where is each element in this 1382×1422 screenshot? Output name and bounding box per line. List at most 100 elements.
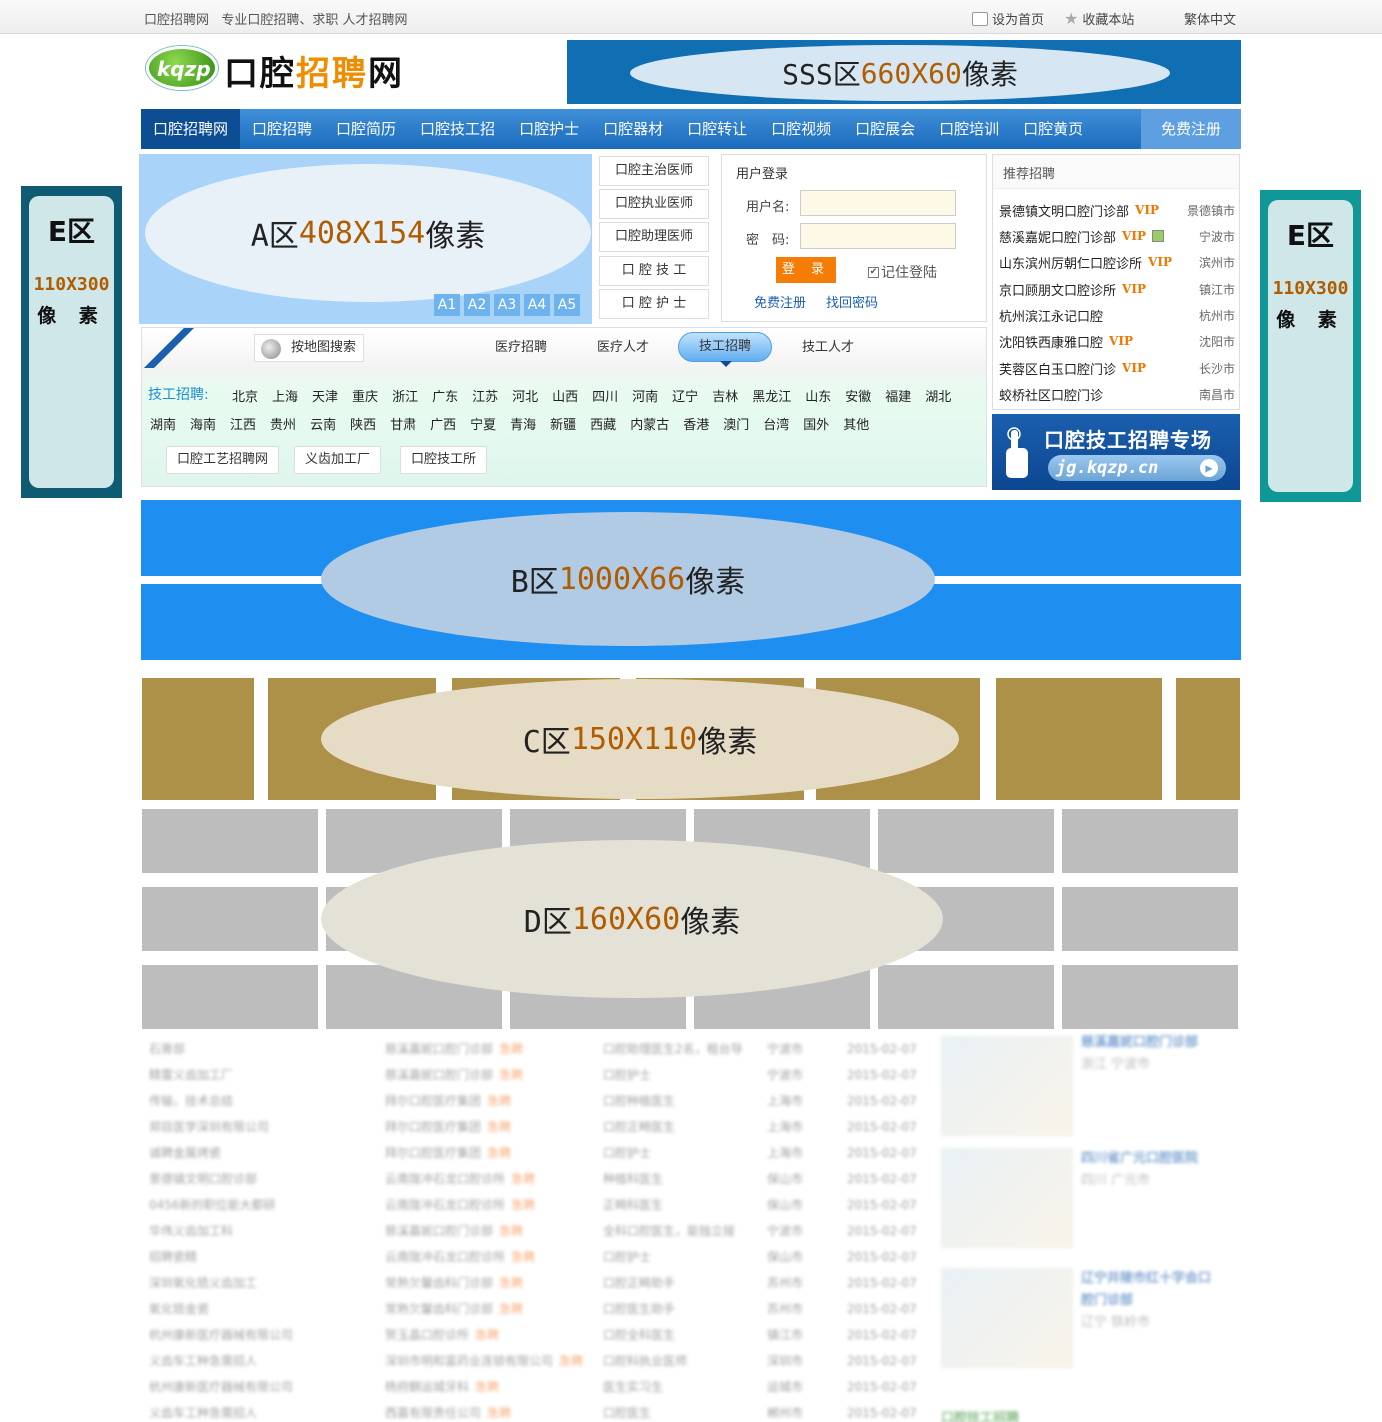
ad-a-tab-4[interactable]: A4: [524, 294, 550, 316]
blurred-job-row[interactable]: 拜尔口腔医疗集团 急聘: [385, 1140, 583, 1166]
province-link[interactable]: 甘肃: [390, 414, 416, 433]
blurred-left-item[interactable]: 杭州康新医疗器械有限公司: [149, 1322, 293, 1348]
blurred-feature-1[interactable]: 慈溪嘉妮口腔门诊部 浙江 宁波市: [1081, 1032, 1198, 1076]
blurred-left-item[interactable]: 义齿车工种急需招人: [149, 1400, 293, 1422]
blurred-left-item[interactable]: 景德镇文明口腔诊部: [149, 1166, 293, 1192]
province-link[interactable]: 河南: [632, 386, 658, 405]
blurred-job-row[interactable]: 常熟欠馨齿科门诊部 急聘: [385, 1270, 583, 1296]
nav-item-resumes[interactable]: 口腔简历: [324, 109, 408, 149]
province-link[interactable]: 西藏: [590, 414, 616, 433]
province-link[interactable]: 河北: [512, 386, 538, 405]
blurred-job-row[interactable]: 慈溪嘉妮口腔门诊部 急聘: [385, 1062, 583, 1088]
job-title[interactable]: 口腔护士: [603, 1244, 743, 1270]
province-link[interactable]: 台湾: [763, 414, 789, 433]
quick-link-attending[interactable]: 口腔主治医师: [599, 156, 709, 186]
blurred-left-item[interactable]: 杭州康新医疗器械有限公司: [149, 1374, 293, 1400]
province-link[interactable]: 北京: [232, 386, 258, 405]
province-link[interactable]: 湖北: [925, 386, 951, 405]
ad-a-tab-5[interactable]: A5: [554, 294, 580, 316]
quick-link-licensed[interactable]: 口腔执业医师: [599, 189, 709, 219]
province-link[interactable]: 江西: [230, 414, 256, 433]
province-link[interactable]: 福建: [885, 386, 911, 405]
blurred-left-item[interactable]: 诚聘金属烤瓷: [149, 1140, 293, 1166]
job-title[interactable]: 医生实习生: [603, 1374, 743, 1400]
province-link[interactable]: 海南: [190, 414, 216, 433]
nav-item-video[interactable]: 口腔视频: [759, 109, 843, 149]
password-input[interactable]: [800, 223, 956, 249]
ad-d-slot[interactable]: [877, 964, 1055, 1030]
province-link[interactable]: 澳门: [723, 414, 749, 433]
clinic-photo[interactable]: [941, 1036, 1073, 1136]
username-input[interactable]: [800, 190, 956, 216]
login-button[interactable]: 登 录: [776, 257, 836, 283]
province-link[interactable]: 天津: [312, 386, 338, 405]
nav-item-training[interactable]: 口腔培训: [927, 109, 1011, 149]
blurred-left-item[interactable]: 石膏部: [149, 1036, 293, 1062]
ad-d-slot[interactable]: [1061, 964, 1239, 1030]
province-link[interactable]: 云南: [310, 414, 336, 433]
ad-c-slot[interactable]: [1175, 677, 1241, 801]
blurred-left-item[interactable]: 传输，技术总结: [149, 1088, 293, 1114]
province-link[interactable]: 浙江: [392, 386, 418, 405]
job-title[interactable]: 口腔医生: [603, 1400, 743, 1422]
ad-a-tab-1[interactable]: A1: [434, 294, 460, 316]
nav-item-nurse[interactable]: 口腔护士: [507, 109, 591, 149]
ad-e-left[interactable]: E区 110X300 像 素: [21, 186, 122, 498]
province-link[interactable]: 辽宁: [672, 386, 698, 405]
ad-d-slot[interactable]: [1061, 808, 1239, 874]
job-title[interactable]: 正畸科医生: [603, 1192, 743, 1218]
province-link[interactable]: 陕西: [350, 414, 376, 433]
province-link[interactable]: 山西: [552, 386, 578, 405]
blurred-job-row[interactable]: 杨府麒运城牙科 急聘: [385, 1374, 583, 1400]
job-title[interactable]: 种植科医生: [603, 1166, 743, 1192]
province-link[interactable]: 宁夏: [470, 414, 496, 433]
blurred-left-item[interactable]: 深圳氧化锆义齿加工: [149, 1270, 293, 1296]
recommend-item[interactable]: 芙蓉区白玉口腔门诊 VIP 长沙市: [999, 355, 1235, 381]
province-link[interactable]: 四川: [592, 386, 618, 405]
province-link[interactable]: 湖南: [150, 414, 176, 433]
nav-item-home[interactable]: 口腔招聘网: [141, 109, 241, 149]
quick-link-assistant[interactable]: 口腔助理医师: [599, 222, 709, 252]
province-link[interactable]: 青海: [510, 414, 536, 433]
ad-a-tab-3[interactable]: A3: [494, 294, 520, 316]
tab-technician-jobs[interactable]: 技工招聘: [678, 332, 772, 367]
nav-item-technician[interactable]: 口腔技工招: [408, 109, 507, 149]
ad-d-slot[interactable]: [141, 964, 319, 1030]
ad-a[interactable]: A区 408 X 154 像素 A1 A2 A3 A4 A5: [139, 154, 592, 324]
recommend-item[interactable]: 沈阳铁西康雅口腔 VIP 沈阳市: [999, 328, 1235, 354]
link-denture-factory[interactable]: 义齿加工厂: [294, 446, 382, 474]
blurred-job-row[interactable]: 云南陇冲石龙口腔诊所 急聘: [385, 1192, 583, 1218]
blurred-left-item[interactable]: 0456新的职位能大都研: [149, 1192, 293, 1218]
recommend-item[interactable]: 慈溪嘉妮口腔门诊部 VIP 宁波市: [999, 223, 1235, 249]
province-link[interactable]: 山东: [805, 386, 831, 405]
blurred-left-item[interactable]: 精雷义齿加工厂: [149, 1062, 293, 1088]
province-link[interactable]: 国外: [803, 414, 829, 433]
quick-link-technician[interactable]: 口 腔 技 工: [599, 256, 709, 286]
blurred-left-item[interactable]: 郑目医学深圳有限公司: [149, 1114, 293, 1140]
recommend-item[interactable]: 景德镇文明口腔门诊部 VIP 景德镇市: [999, 197, 1235, 223]
job-title[interactable]: 口腔护士: [603, 1062, 743, 1088]
forgot-password-link[interactable]: 找回密码: [826, 292, 878, 311]
job-title[interactable]: 口腔正畸医生: [603, 1114, 743, 1140]
province-link[interactable]: 重庆: [352, 386, 378, 405]
blurred-job-row[interactable]: 慈溪嘉妮口腔门诊部 急聘: [385, 1218, 583, 1244]
ad-c-slot[interactable]: [141, 677, 255, 801]
blurred-job-row[interactable]: 拜尔口腔医疗集团 急聘: [385, 1088, 583, 1114]
blurred-job-row[interactable]: 云南陇冲石龙口腔诊所 急聘: [385, 1244, 583, 1270]
job-title[interactable]: 口腔全科医生: [603, 1322, 743, 1348]
province-link[interactable]: 广东: [432, 386, 458, 405]
job-title[interactable]: 口腔护士: [603, 1140, 743, 1166]
ad-a-tab-2[interactable]: A2: [464, 294, 490, 316]
province-link[interactable]: 香港: [683, 414, 709, 433]
ad-d-slot[interactable]: [877, 808, 1055, 874]
tab-technician-talent[interactable]: 技工人才: [802, 336, 854, 355]
nav-item-yellowpages[interactable]: 口腔黄页: [1011, 109, 1095, 149]
nav-item-equipment[interactable]: 口腔器材: [591, 109, 675, 149]
blurred-job-row[interactable]: 云南陇冲石龙口腔诊所 急聘: [385, 1166, 583, 1192]
job-title[interactable]: 口腔科执业医师: [603, 1348, 743, 1374]
blurred-left-item[interactable]: 招聘瓷精: [149, 1244, 293, 1270]
ad-c-slot[interactable]: [995, 677, 1163, 801]
blurred-job-row[interactable]: 西嘉有限责任公司 急聘: [385, 1400, 583, 1422]
site-logo[interactable]: kqzp 口腔招聘网: [146, 42, 426, 98]
blurred-job-row[interactable]: 常熟欠馨齿科门诊部 急聘: [385, 1296, 583, 1322]
